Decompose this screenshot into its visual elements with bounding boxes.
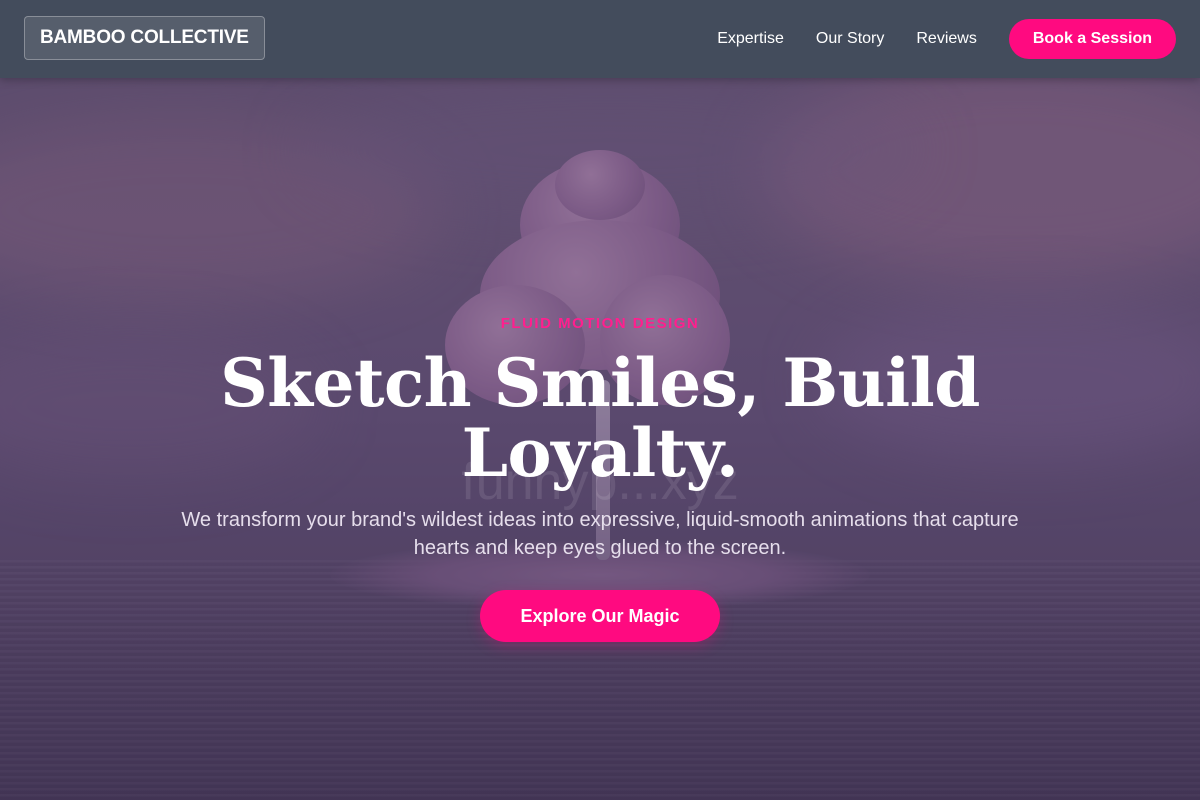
explore-magic-button[interactable]: Explore Our Magic <box>480 590 720 642</box>
hero-section: FLUID MOTION DESIGN Sketch Smiles, Build… <box>0 300 1200 642</box>
site-header: BAMBOO COLLECTIVE Expertise Our Story Re… <box>0 0 1200 78</box>
hero-subheadline: We transform your brand's wildest ideas … <box>181 509 1019 559</box>
book-session-button[interactable]: Book a Session <box>1008 19 1176 59</box>
main-nav: Expertise Our Story Reviews Book a Sessi… <box>717 19 1176 59</box>
nav-link-our-story[interactable]: Our Story <box>816 30 884 48</box>
page: BAMBOO COLLECTIVE Expertise Our Story Re… <box>0 0 1200 800</box>
hero-eyebrow: FLUID MOTION DESIGN <box>500 315 700 332</box>
nav-link-expertise[interactable]: Expertise <box>717 30 784 48</box>
nav-link-reviews[interactable]: Reviews <box>916 30 976 48</box>
brand-logo[interactable]: BAMBOO COLLECTIVE <box>24 16 265 60</box>
hero-headline: Sketch Smiles, Build Loyalty. <box>220 344 980 492</box>
